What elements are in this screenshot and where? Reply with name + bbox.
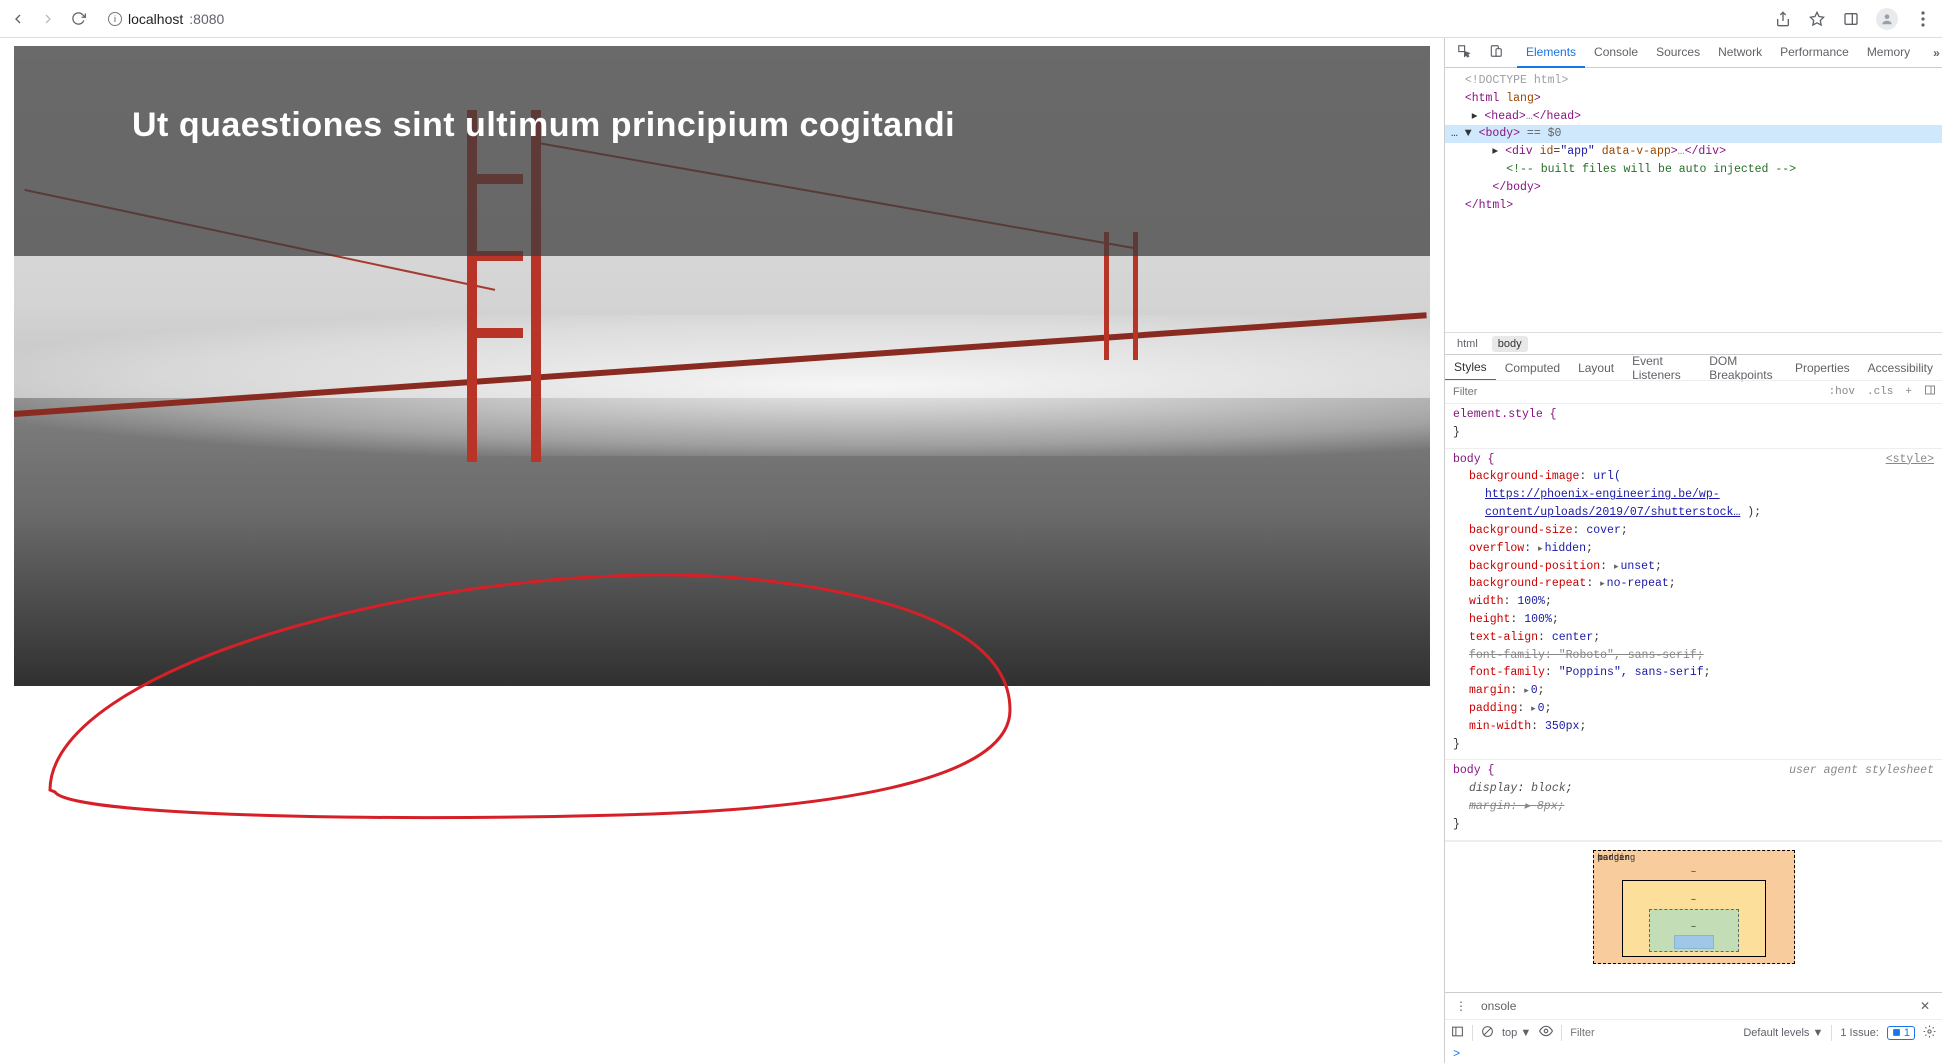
share-icon[interactable] (1774, 10, 1792, 28)
devtools-panel: Elements Console Sources Network Perform… (1444, 38, 1942, 1063)
log-levels-select[interactable]: Default levels ▼ (1743, 1027, 1823, 1039)
console-settings-gear-icon[interactable] (1923, 1025, 1936, 1041)
styles-pane-toggle-icon[interactable] (1918, 384, 1942, 400)
box-model-diagram: margin– border– padding– (1445, 841, 1942, 973)
new-rule-plus-icon[interactable]: + (1899, 386, 1918, 398)
inspect-element-icon[interactable] (1449, 38, 1479, 67)
forward-button[interactable] (40, 11, 56, 27)
styles-rules-list[interactable]: element.style { } body {<style> backgrou… (1445, 404, 1942, 992)
crumb-html[interactable]: html (1451, 336, 1484, 352)
tab-sources[interactable]: Sources (1647, 38, 1709, 68)
styles-filter-bar: :hov .cls + (1445, 380, 1942, 404)
drawer-kebab-icon[interactable]: ⋮ (1449, 999, 1473, 1013)
console-sidebar-toggle-icon[interactable] (1451, 1025, 1464, 1041)
console-prompt[interactable]: > (1445, 1045, 1942, 1063)
site-info-icon[interactable]: i (108, 12, 122, 26)
bookmark-star-icon[interactable] (1808, 10, 1826, 28)
crumb-body[interactable]: body (1492, 336, 1528, 352)
elements-dom-tree[interactable]: <!DOCTYPE html> <html lang> ▸ <head>…</h… (1445, 68, 1942, 332)
rule-source-link[interactable]: <style> (1886, 451, 1934, 469)
empty-area-below-page (14, 686, 1430, 1055)
hov-toggle[interactable]: :hov (1823, 386, 1861, 398)
console-context-select[interactable]: top ▼ (1502, 1027, 1531, 1039)
reload-button[interactable] (70, 11, 86, 27)
drawer-tab-console[interactable]: onsole (1473, 994, 1524, 1018)
kebab-menu-icon[interactable] (1914, 10, 1932, 28)
styles-filter-input[interactable] (1445, 386, 1823, 398)
stab-properties[interactable]: Properties (1786, 356, 1859, 380)
rule-element-style[interactable]: element.style { } (1445, 404, 1942, 449)
drawer-close-icon[interactable]: ✕ (1912, 999, 1938, 1013)
devtools-main-toolbar: Elements Console Sources Network Perform… (1445, 38, 1942, 68)
more-tabs-icon[interactable]: » (1925, 40, 1942, 66)
rule-body-author[interactable]: body {<style> background-image: url( htt… (1445, 449, 1942, 761)
side-panel-icon[interactable] (1842, 10, 1860, 28)
tab-performance[interactable]: Performance (1771, 38, 1858, 68)
hero-overlay: Ut quaestiones sint ultimum principium c… (14, 46, 1430, 256)
stab-computed[interactable]: Computed (1496, 356, 1569, 380)
tab-elements[interactable]: Elements (1517, 38, 1585, 68)
device-toggle-icon[interactable] (1481, 38, 1511, 67)
page-viewport: Ut quaestiones sint ultimum principium c… (0, 38, 1444, 1063)
stab-accessibility[interactable]: Accessibility (1859, 356, 1942, 380)
address-bar[interactable]: i localhost :8080 (108, 11, 224, 27)
url-host: localhost (128, 11, 183, 27)
profile-avatar[interactable] (1876, 8, 1898, 30)
browser-toolbar: i localhost :8080 (0, 0, 1942, 38)
cls-toggle[interactable]: .cls (1861, 386, 1899, 398)
back-button[interactable] (10, 11, 26, 27)
url-port: :8080 (189, 11, 224, 27)
stab-styles[interactable]: Styles (1445, 355, 1496, 381)
clear-console-icon[interactable] (1481, 1025, 1494, 1041)
stab-layout[interactable]: Layout (1569, 356, 1623, 380)
devtools-console-drawer: ⋮ onsole ✕ top ▼ Default levels ▼ 1 Issu… (1445, 992, 1942, 1063)
tab-memory[interactable]: Memory (1858, 38, 1919, 68)
console-filter-input[interactable] (1570, 1027, 1735, 1039)
rule-body-ua[interactable]: body {user agent stylesheet display: blo… (1445, 760, 1942, 840)
live-expression-eye-icon[interactable] (1539, 1024, 1553, 1041)
page-title: Ut quaestiones sint ultimum principium c… (132, 106, 955, 145)
tab-console[interactable]: Console (1585, 38, 1647, 68)
styles-sub-tabs: Styles Computed Layout Event Listeners D… (1445, 354, 1942, 380)
rendered-page: Ut quaestiones sint ultimum principium c… (14, 46, 1430, 686)
tab-network[interactable]: Network (1709, 38, 1771, 68)
drawer-issue-badge[interactable]: 1 (1887, 1026, 1915, 1040)
